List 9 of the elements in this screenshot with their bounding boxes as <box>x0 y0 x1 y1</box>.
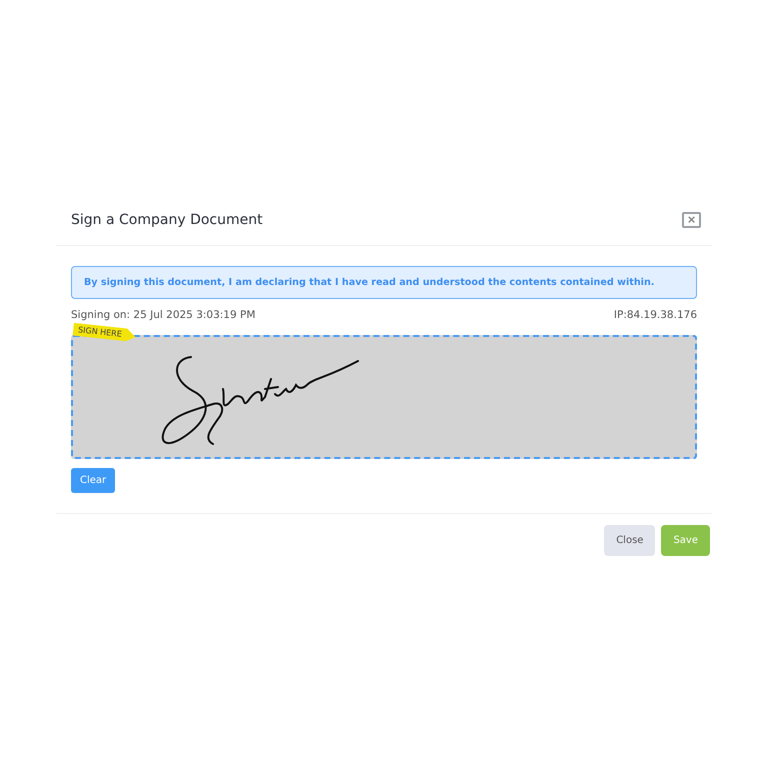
close-button[interactable]: Close <box>604 525 656 556</box>
ip-address: IP:84.19.38.176 <box>614 309 697 321</box>
dialog-title: Sign a Company Document <box>71 212 263 228</box>
save-button[interactable]: Save <box>661 525 710 556</box>
signature-pad[interactable] <box>71 335 697 459</box>
clear-button[interactable]: Clear <box>71 468 116 493</box>
notice-text: By signing this document, I am declaring that I have read and understood the contents contained within. <box>71 266 697 299</box>
signing-date: Signing on: 25 Jul 2025 3:03:19 PM <box>71 309 256 321</box>
close-icon[interactable]: × <box>682 212 701 228</box>
